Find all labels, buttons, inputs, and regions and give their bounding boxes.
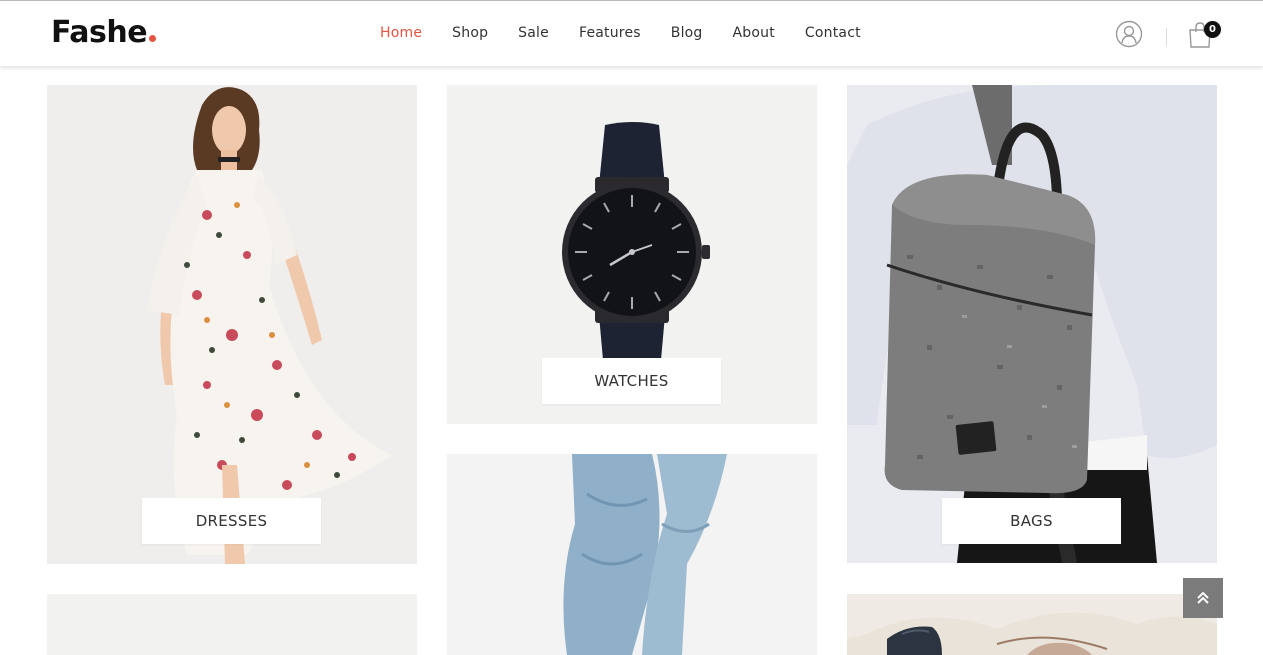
category-tile-bottom-left[interactable] <box>47 594 417 655</box>
watches-button[interactable]: WATCHES <box>542 358 721 404</box>
bags-button[interactable]: BAGS <box>942 498 1121 544</box>
grey-backpack-image <box>847 85 1217 563</box>
nav-item-home[interactable]: Home <box>380 1 422 66</box>
site-header: Fashe Home Shop Sale Features Blog About… <box>0 1 1263 66</box>
nav-item-contact[interactable]: Contact <box>805 1 861 66</box>
category-tile-bags[interactable]: BAGS <box>847 85 1217 563</box>
dress-model-image <box>47 85 417 564</box>
nav-item-about[interactable]: About <box>733 1 775 66</box>
cart-count-badge: 0 <box>1204 21 1221 38</box>
main-nav: Home Shop Sale Features Blog About Conta… <box>380 1 891 66</box>
nav-item-shop[interactable]: Shop <box>452 1 488 66</box>
jeans-image <box>447 454 817 655</box>
sunglasses-image <box>847 594 1217 655</box>
nav-item-blog[interactable]: Blog <box>671 1 703 66</box>
header-divider <box>1166 28 1167 46</box>
site-logo[interactable]: Fashe <box>51 15 157 50</box>
double-chevron-up-icon <box>1197 591 1209 604</box>
category-tile-sunglasses[interactable] <box>847 594 1217 655</box>
category-tile-watches[interactable]: WATCHES <box>447 85 817 424</box>
dresses-button[interactable]: DRESSES <box>142 498 321 544</box>
user-circle-icon[interactable] <box>1115 20 1143 48</box>
nav-item-sale[interactable]: Sale <box>518 1 549 66</box>
scroll-to-top-button[interactable] <box>1183 578 1223 618</box>
category-tile-jeans[interactable] <box>447 454 817 655</box>
logo-dot <box>149 35 157 42</box>
category-tile-dresses[interactable]: DRESSES <box>47 85 417 564</box>
nav-item-features[interactable]: Features <box>579 1 641 66</box>
